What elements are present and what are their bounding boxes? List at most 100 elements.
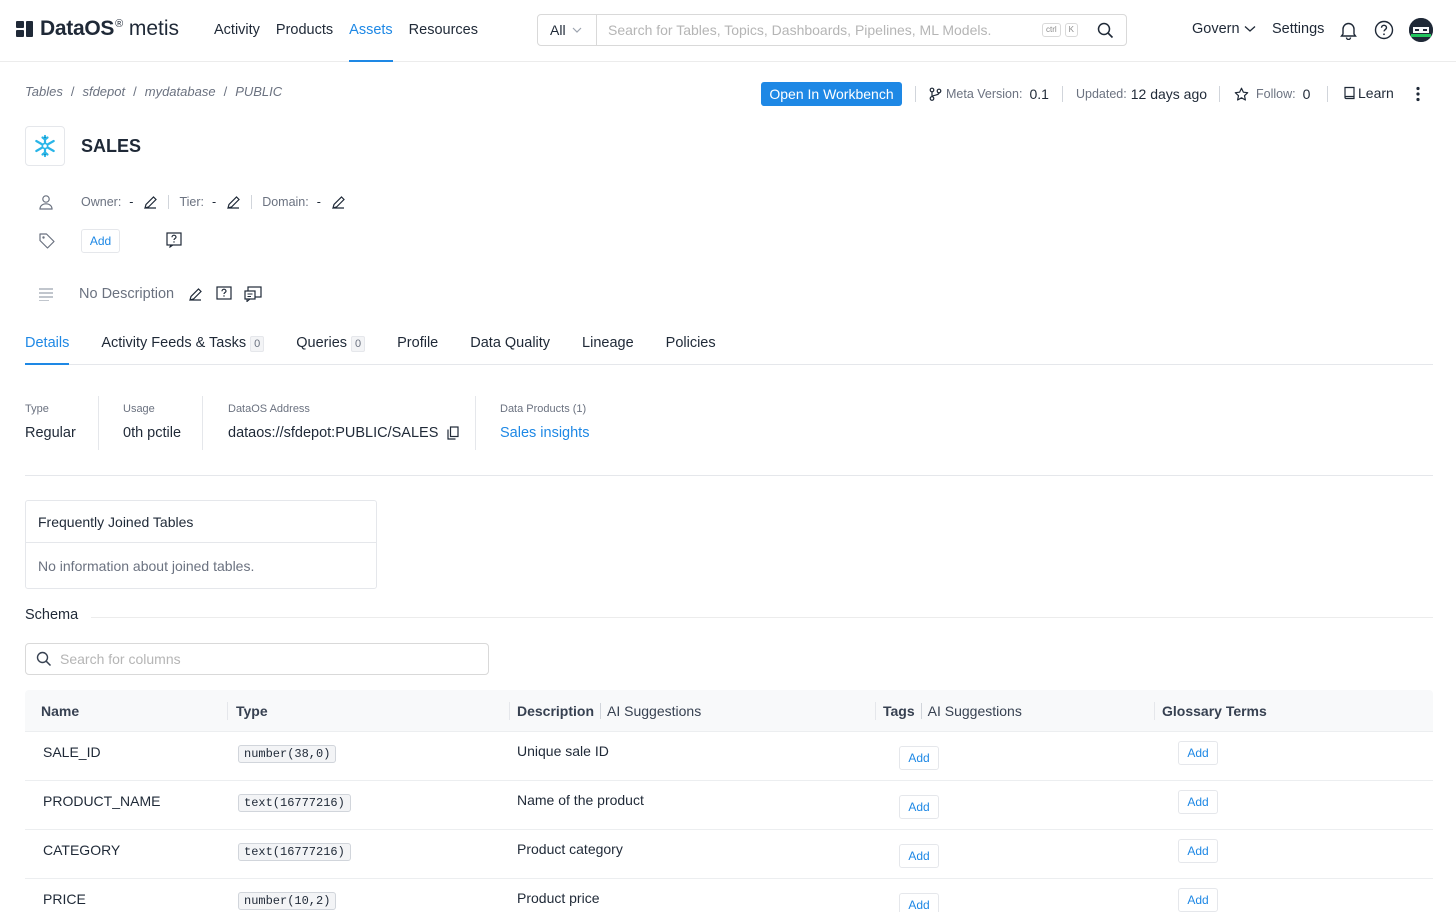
main-nav: Activity Products Assets Resources — [214, 0, 494, 62]
nav-assets[interactable]: Assets — [349, 0, 393, 62]
add-tag-button[interactable]: Add — [899, 795, 939, 819]
meta-version[interactable]: Meta Version: 0.1 — [929, 86, 1049, 102]
col-header-tags: Tags AI Suggestions — [883, 703, 1022, 719]
tab-data-quality[interactable]: Data Quality — [470, 326, 550, 365]
follow-label: Follow: — [1256, 87, 1296, 101]
add-glossary-term-button[interactable]: Add — [1178, 839, 1218, 863]
breadcrumb-item[interactable]: Tables — [25, 84, 63, 99]
column-name: PRODUCT_NAME — [43, 793, 161, 809]
edit-description-icon[interactable] — [188, 287, 203, 302]
divider — [1327, 86, 1328, 102]
search-icon — [36, 651, 52, 667]
bell-icon[interactable] — [1339, 20, 1358, 43]
help-icon[interactable] — [1374, 20, 1394, 43]
ai-suggestions-toggle[interactable]: AI Suggestions — [600, 703, 701, 719]
add-glossary-term-button[interactable]: Add — [1178, 790, 1218, 814]
search-icon[interactable] — [1090, 15, 1120, 45]
more-options-icon[interactable] — [1412, 86, 1424, 105]
column-name: PRICE — [43, 891, 86, 907]
tab-lineage[interactable]: Lineage — [582, 326, 634, 365]
frequently-joined-empty: No information about joined tables. — [38, 558, 255, 574]
tab-label: Lineage — [582, 335, 634, 351]
column-search-input[interactable] — [60, 651, 460, 667]
col-header-description: Description AI Suggestions — [517, 703, 701, 719]
data-products-field: Data Products (1) Sales insights — [500, 396, 589, 450]
breadcrumb-separator: / — [133, 84, 137, 99]
conversation-icon[interactable] — [244, 286, 262, 302]
learn-button[interactable]: Learn — [1343, 85, 1394, 101]
updated-value: 12 days ago — [1130, 86, 1208, 102]
open-in-workbench-button[interactable]: Open In Workbench — [761, 82, 902, 106]
tab-activity-feeds[interactable]: Activity Feeds & Tasks 0 — [101, 326, 265, 365]
breadcrumb-item[interactable]: sfdepot — [82, 84, 125, 99]
divider — [875, 702, 876, 720]
kbd-k: K — [1064, 23, 1078, 37]
logo-mark-icon — [16, 21, 36, 37]
add-glossary-term-button[interactable]: Add — [1178, 741, 1218, 765]
usage-label: Usage — [123, 403, 155, 415]
column-description: Product price — [517, 890, 600, 906]
meta-version-label: Meta Version: — [946, 87, 1023, 101]
domain-value: - — [316, 195, 321, 209]
ai-suggestions-toggle[interactable]: AI Suggestions — [920, 703, 1022, 719]
add-tag-button[interactable]: Add — [899, 893, 939, 912]
learn-label: Learn — [1358, 85, 1394, 101]
column-name: CATEGORY — [43, 842, 121, 858]
tab-queries[interactable]: Queries 0 — [296, 326, 366, 365]
follow-button[interactable]: Follow: 0 — [1234, 86, 1310, 102]
request-tags-icon[interactable] — [166, 232, 182, 248]
divider — [168, 195, 170, 209]
avatar[interactable] — [1409, 18, 1433, 42]
divider — [1219, 86, 1220, 102]
col-header-name: Name — [41, 703, 80, 719]
tab-details[interactable]: Details — [25, 326, 70, 365]
breadcrumb-item[interactable]: PUBLIC — [235, 84, 282, 99]
data-product-link[interactable]: Sales insights — [500, 425, 589, 441]
tab-label: Queries — [296, 335, 348, 351]
search-input[interactable] — [597, 16, 1042, 44]
nav-products[interactable]: Products — [276, 0, 333, 62]
request-description-icon[interactable] — [216, 286, 232, 302]
divider — [915, 86, 916, 102]
page-title: SALES — [81, 136, 142, 156]
search-scope-select[interactable]: All — [538, 15, 597, 45]
add-tag-button[interactable]: Add — [81, 229, 120, 253]
edit-owner-icon[interactable] — [143, 195, 158, 210]
add-glossary-term-button[interactable]: Add — [1178, 888, 1218, 912]
nav-activity[interactable]: Activity — [214, 0, 260, 62]
breadcrumb: Tables / sfdepot / mydatabase / PUBLIC — [25, 84, 282, 99]
edit-tier-icon[interactable] — [226, 195, 241, 210]
tab-label: Policies — [665, 335, 716, 351]
settings-link[interactable]: Settings — [1272, 21, 1324, 37]
divider — [91, 617, 1433, 618]
type-value: Regular — [25, 425, 76, 441]
tab-profile[interactable]: Profile — [397, 326, 438, 365]
column-name: SALE_ID — [43, 744, 101, 760]
column-type: number(38,0) — [238, 745, 337, 763]
column-description: Product category — [517, 841, 623, 857]
table-row: CATEGORY text(16777216) Product category… — [25, 830, 1433, 879]
table-row: PRODUCT_NAME text(16777216) Name of the … — [25, 781, 1433, 830]
star-icon — [1234, 87, 1249, 101]
tab-label: Data Quality — [470, 335, 551, 351]
global-search: All ctrl K — [537, 14, 1127, 46]
table-row: PRICE number(10,2) Product price Add Add — [25, 879, 1433, 912]
tag-icon — [39, 233, 55, 249]
table-header: Name Type Description AI Suggestions Tag… — [25, 690, 1433, 732]
breadcrumb-item[interactable]: mydatabase — [145, 84, 216, 99]
tab-policies[interactable]: Policies — [666, 326, 716, 365]
add-tag-button[interactable]: Add — [899, 746, 939, 770]
usage-field: Usage 0th pctile — [123, 396, 181, 450]
add-tag-button[interactable]: Add — [899, 844, 939, 868]
edit-domain-icon[interactable] — [331, 195, 346, 210]
owner-row: Owner: - Tier: - Domain: - — [38, 193, 346, 211]
logo[interactable]: DataOS® metis — [16, 16, 179, 42]
col-header-description-label: Description — [517, 703, 595, 719]
description-row: No Description — [38, 284, 262, 304]
divider — [98, 396, 99, 450]
copy-icon[interactable] — [447, 426, 459, 440]
govern-menu[interactable]: Govern — [1192, 21, 1256, 37]
type-label: Type — [25, 403, 49, 415]
nav-resources[interactable]: Resources — [409, 0, 478, 62]
data-products-label: Data Products (1) — [500, 403, 587, 415]
